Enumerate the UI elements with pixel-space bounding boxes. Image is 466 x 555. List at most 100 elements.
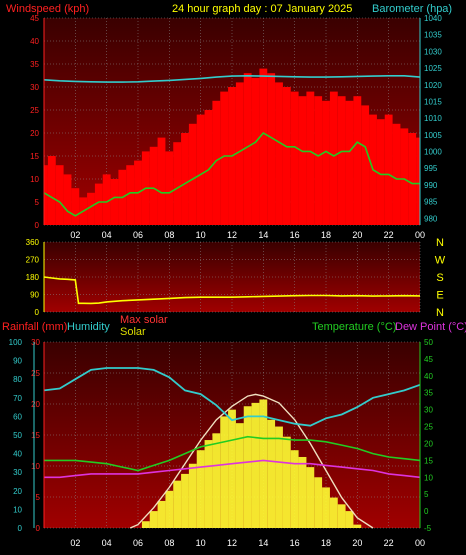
solar-bar [267, 419, 276, 528]
direction-plot-area [44, 242, 420, 312]
y-tick-label: 1015 [424, 97, 442, 106]
x-tick-label: 22 [384, 230, 394, 240]
y-tick-label: 40 [424, 372, 433, 381]
gust-bar [165, 151, 174, 225]
solar-bar [251, 402, 260, 528]
y-tick-label: 10 [424, 473, 433, 482]
x-tick-label: 02 [70, 230, 80, 240]
gust-bar [353, 96, 362, 225]
gust-bar [63, 174, 72, 225]
x-tick-label: 22 [384, 538, 394, 548]
x-tick-label: 12 [227, 230, 237, 240]
top-header: Windspeed (kph) 24 hour graph day : 07 J… [6, 3, 452, 15]
temperature-ticks: -5 0 5 10 15 20 25 30 35 40 45 50 [424, 338, 433, 533]
y-tick-label: -5 [424, 524, 432, 533]
y-tick-label: 995 [424, 164, 438, 173]
y-tick-label: 30 [30, 83, 39, 92]
y-tick-label: 985 [424, 198, 438, 207]
y-tick-label: 5 [35, 198, 40, 207]
y-tick-label: 1040 [424, 14, 442, 23]
y-tick-label: 0 [36, 524, 41, 533]
barometer-ticks: 980 985 990 995 1000 1005 1010 1015 1020 1025 1030… [424, 14, 442, 223]
climate-panel: 0 5 10 15 20 25 30 0 10 20 30 40 50 60 70 80 90 100 -5 0 5… [9, 338, 434, 548]
gust-bar [196, 114, 205, 225]
y-tick-label: 5 [36, 493, 41, 502]
solar-bar [212, 433, 221, 528]
y-tick-label: 45 [30, 14, 39, 23]
y-tick-label: 70 [13, 394, 22, 403]
y-tick-label: 360 [26, 238, 40, 247]
y-tick-label: 1020 [424, 81, 442, 90]
gust-bar [110, 179, 119, 225]
chart-title: 24 hour graph day : 07 January 2025 [172, 3, 352, 15]
x-tick-label: 16 [290, 538, 300, 548]
y-tick-label: 90 [13, 357, 22, 366]
solar-bar [243, 406, 252, 528]
y-tick-label: 10 [30, 175, 39, 184]
solar-bar [141, 521, 150, 528]
x-tick-label: 16 [290, 230, 300, 240]
y-tick-label: 50 [13, 431, 22, 440]
compass-label: S [436, 272, 443, 284]
x-tick-label: 18 [321, 230, 331, 240]
y-tick-label: 990 [424, 181, 438, 190]
gust-bar [392, 123, 401, 225]
compass-label: N [436, 307, 444, 319]
gust-bar [282, 87, 291, 225]
direction-ticks: 0 90 180 270 360 [26, 238, 40, 317]
gust-bar [259, 68, 268, 225]
y-tick-label: 0 [424, 507, 429, 516]
x-tick-label: 12 [227, 538, 237, 548]
solar-bar [204, 440, 213, 528]
solar-bar [306, 467, 315, 528]
y-tick-label: 10 [13, 505, 22, 514]
x-tick-label: 04 [102, 230, 112, 240]
x-tick-label: 00 [415, 230, 425, 240]
y-tick-label: 35 [424, 389, 433, 398]
wind-x-ticks: 02 04 06 08 10 12 14 16 18 20 22 00 [70, 230, 425, 240]
solar-bar [157, 500, 166, 528]
y-tick-label: 25 [31, 369, 40, 378]
direction-panel: 090180270360 NWSEN [26, 237, 446, 319]
gust-bar [47, 156, 56, 225]
max-solar-legend: Max solar [120, 314, 168, 326]
gust-bar [157, 137, 166, 225]
x-tick-label: 08 [164, 538, 174, 548]
y-tick-label: 20 [13, 487, 22, 496]
x-tick-label: 00 [415, 538, 425, 548]
gust-bar [416, 137, 420, 225]
dew-point-axis-title: Dew Point (°C) [395, 321, 466, 333]
solar-bar [173, 480, 182, 528]
gust-bar [275, 82, 283, 226]
gust-bar [314, 96, 323, 225]
x-tick-label: 20 [352, 230, 362, 240]
solar-bar [282, 436, 291, 528]
solar-bar [345, 511, 354, 528]
y-tick-label: 30 [424, 406, 433, 415]
weather-graph: Windspeed (kph) 24 hour graph day : 07 J… [2, 3, 466, 548]
x-tick-label: 06 [133, 538, 143, 548]
solar-bar [314, 477, 323, 528]
y-tick-label: 270 [26, 256, 40, 265]
rainfall-axis-title: Rainfall (mm) [2, 321, 67, 333]
y-tick-label: 25 [424, 423, 433, 432]
humidity-axis-title: Humidity [67, 321, 110, 333]
solar-bar [329, 497, 338, 528]
y-tick-label: 25 [30, 106, 39, 115]
y-tick-label: 0 [18, 524, 23, 533]
gust-bar [298, 96, 307, 225]
solar-bar [165, 490, 174, 528]
solar-bar [290, 450, 299, 528]
windspeed-axis-title: Windspeed (kph) [6, 3, 89, 15]
y-tick-label: 45 [424, 355, 433, 364]
y-tick-label: 980 [424, 214, 438, 223]
gust-bar [345, 100, 354, 225]
y-tick-label: 5 [424, 490, 429, 499]
gust-bar [361, 105, 370, 225]
y-tick-label: 15 [31, 431, 40, 440]
y-tick-label: 30 [31, 338, 40, 347]
gust-bar [188, 123, 197, 225]
x-tick-label: 10 [196, 230, 206, 240]
gust-bar [337, 96, 346, 225]
solar-bar [322, 487, 330, 528]
